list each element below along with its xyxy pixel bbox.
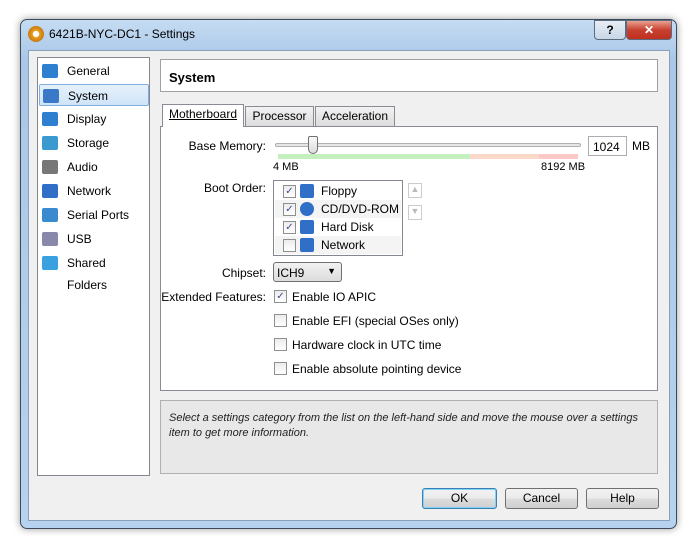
sidebar-item-label: Shared Folders <box>67 256 108 292</box>
memory-slider-thumb[interactable] <box>307 136 318 154</box>
disk-icon <box>42 136 58 150</box>
chipset-value: ICH9 <box>277 266 305 280</box>
checkbox[interactable]: ✓ <box>274 290 287 303</box>
feature-label: Enable EFI (special OSes only) <box>292 314 459 328</box>
cd-icon <box>300 202 314 216</box>
help-title-button[interactable]: ? <box>594 20 626 40</box>
sidebar-item-general[interactable]: General <box>39 60 149 82</box>
display-icon <box>42 112 58 126</box>
network-icon <box>300 238 314 252</box>
sidebar-item-shared-folders[interactable]: Shared Folders <box>39 252 149 292</box>
tab-label: Motherboard <box>168 107 238 121</box>
network-icon <box>42 184 58 198</box>
speaker-icon <box>42 160 58 174</box>
folder-icon <box>42 256 58 270</box>
boot-item-checkbox[interactable] <box>283 239 296 252</box>
monitor-icon <box>42 64 58 78</box>
boot-item-label: Floppy <box>321 184 358 198</box>
sidebar-item-label: Audio <box>67 160 98 174</box>
checkbox[interactable] <box>274 362 287 375</box>
boot-order-list[interactable]: ✓ Floppy ✓ CD/DVD-ROM ✓ Hard Disk Network <box>273 180 403 256</box>
memory-unit: MB <box>632 139 650 153</box>
memory-slider-track[interactable] <box>275 143 581 147</box>
help-button[interactable]: Help <box>586 488 659 509</box>
extended-features-label: Extended Features: <box>161 290 266 304</box>
move-up-button[interactable]: ▲ <box>408 183 422 198</box>
boot-item-checkbox[interactable]: ✓ <box>283 185 296 198</box>
floppy-icon <box>300 184 314 198</box>
sidebar-item-label: Display <box>67 112 107 126</box>
sidebar-item-label: System <box>68 89 109 103</box>
tab-motherboard[interactable]: Motherboard <box>162 104 244 127</box>
feature-label: Enable IO APIC <box>292 290 377 304</box>
chevron-down-icon: ▼ <box>327 266 336 276</box>
sidebar-item-network[interactable]: Network <box>39 180 149 202</box>
sidebar-item-storage[interactable]: Storage <box>39 132 149 154</box>
sidebar-item-display[interactable]: Display <box>39 108 149 130</box>
sidebar-item-system[interactable]: System <box>39 84 149 106</box>
boot-item-checkbox[interactable]: ✓ <box>283 203 296 216</box>
window-title: 6421B-NYC-DC1 - Settings <box>49 27 196 41</box>
tab-acceleration[interactable]: Acceleration <box>315 106 395 126</box>
boot-order-label: Boot Order: <box>203 181 266 195</box>
sidebar-item-usb[interactable]: USB <box>39 228 149 250</box>
sidebar-item-label: Serial Ports <box>67 208 130 222</box>
boot-item[interactable]: ✓ Floppy <box>275 182 401 200</box>
ok-button[interactable]: OK <box>422 488 497 509</box>
page-title: System <box>160 59 658 92</box>
memory-min-label: 4 MB <box>273 161 299 173</box>
base-memory-label: Base Memory: <box>188 139 266 153</box>
cancel-button[interactable]: Cancel <box>505 488 578 509</box>
info-box: Select a settings category from the list… <box>160 400 658 474</box>
boot-item-checkbox[interactable]: ✓ <box>283 221 296 234</box>
feature-label: Hardware clock in UTC time <box>292 338 442 352</box>
close-button[interactable]: ✕ <box>626 20 672 40</box>
feature-label: Enable absolute pointing device <box>292 362 462 376</box>
gear-icon <box>28 26 44 42</box>
tab-processor[interactable]: Processor <box>245 106 314 126</box>
boot-item-label: CD/DVD-ROM <box>321 202 399 216</box>
memory-max-label: 8192 MB <box>541 161 586 173</box>
serial-port-icon <box>42 208 58 222</box>
boot-item[interactable]: Network <box>275 236 401 254</box>
memory-scale <box>278 154 578 159</box>
boot-item-label: Hard Disk <box>321 220 374 234</box>
chipset-label: Chipset: <box>221 266 266 280</box>
sidebar-item-label: Storage <box>67 136 110 150</box>
hard-disk-icon <box>300 220 314 234</box>
checkbox[interactable] <box>274 338 287 351</box>
chip-icon <box>43 89 59 103</box>
memory-input[interactable]: 1024 <box>588 136 627 156</box>
sidebar-item-label: General <box>67 64 110 78</box>
sidebar-item-audio[interactable]: Audio <box>39 156 149 178</box>
boot-item[interactable]: ✓ CD/DVD-ROM <box>275 200 401 218</box>
chipset-select[interactable]: ICH9 ▼ <box>273 262 342 282</box>
boot-item-label: Network <box>321 238 366 252</box>
category-list[interactable]: General System Display Storage Audio Network S… <box>37 57 150 476</box>
sidebar-item-serial-ports[interactable]: Serial Ports <box>39 204 149 226</box>
usb-icon <box>42 232 58 246</box>
move-down-button[interactable]: ▼ <box>408 205 422 220</box>
sidebar-item-label: Network <box>67 184 112 198</box>
sidebar-item-label: USB <box>67 232 92 246</box>
boot-item[interactable]: ✓ Hard Disk <box>275 218 401 236</box>
checkbox[interactable] <box>274 314 287 327</box>
